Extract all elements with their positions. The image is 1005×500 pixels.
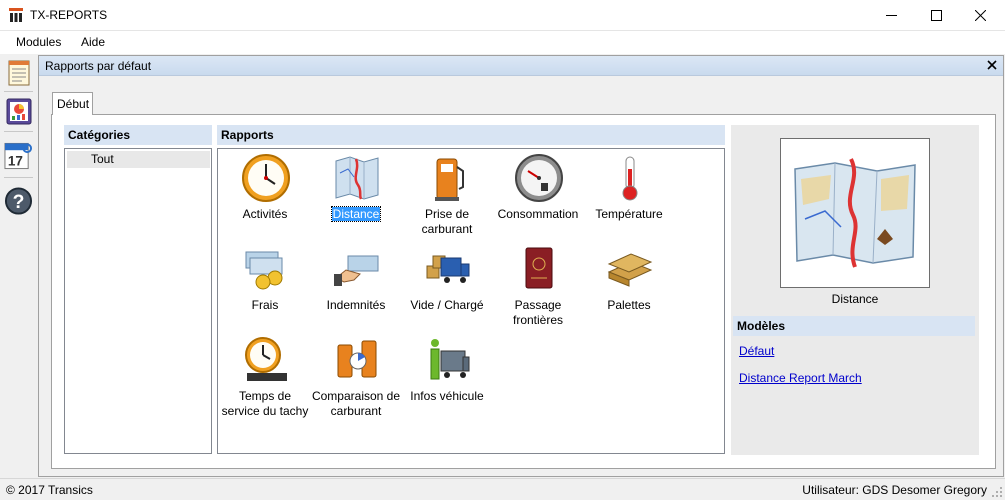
left-toolbar: 17 ? — [0, 54, 37, 478]
report-item-passage-frontieres[interactable]: Passage frontières — [492, 242, 584, 330]
status-user: Utilisateur: GDS Desomer Gregory — [802, 483, 987, 497]
close-button[interactable] — [957, 0, 1003, 31]
pallets-icon — [607, 253, 653, 287]
report-item-distance[interactable]: Distance — [310, 151, 402, 239]
report-label: Activités — [242, 207, 288, 221]
clock-icon — [242, 154, 290, 202]
report-item-temperature[interactable]: Température — [583, 151, 675, 239]
app-icon — [9, 8, 23, 22]
report-item-consommation[interactable]: Consommation — [492, 151, 584, 239]
menu-aide[interactable]: Aide — [81, 35, 105, 49]
preview-image-frame — [780, 138, 930, 288]
vehicle-info-icon — [430, 339, 470, 380]
report-item-prise-de-carburant[interactable]: Prise de carburant — [401, 151, 493, 239]
fuel-pump-icon — [435, 158, 464, 201]
money-icon — [245, 251, 283, 290]
maximize-icon — [930, 10, 942, 21]
calendar-day-text: 17 — [8, 154, 23, 169]
report-label: Passage frontières — [512, 298, 564, 327]
help-icon: ? — [4, 187, 33, 215]
report-label: Temps de service du tachy — [221, 389, 309, 418]
window-title: TX-REPORTS — [30, 8, 108, 22]
report-item-palettes[interactable]: Palettes — [583, 242, 675, 330]
categories-list: Tout — [64, 148, 212, 454]
tachograph-icon — [245, 337, 287, 381]
map-icon — [794, 158, 916, 268]
status-bar: © 2017 Transics Utilisateur: GDS Desomer… — [0, 478, 1005, 500]
category-item-tout[interactable]: Tout — [67, 151, 210, 168]
report-item-indemnites[interactable]: Indemnités — [310, 242, 402, 330]
report-label: Température — [595, 207, 663, 221]
status-copyright: © 2017 Transics — [6, 483, 93, 497]
tab-debut[interactable]: Début — [52, 92, 93, 115]
chart-icon — [6, 98, 31, 125]
toolbar-help-button[interactable]: ? — [4, 186, 33, 216]
report-label: Palettes — [607, 298, 651, 312]
resize-grip-icon[interactable] — [991, 486, 1003, 498]
report-label: Consommation — [497, 207, 579, 221]
toolbar-charts-button[interactable] — [4, 96, 33, 126]
report-label: Vide / Chargé — [410, 298, 484, 312]
reports-header: Rapports — [217, 125, 725, 145]
models-header: Modèles — [733, 316, 975, 336]
report-item-comparaison-de-carburant[interactable]: Comparaison de carburant — [310, 333, 402, 421]
report-label: Comparaison de carburant — [311, 389, 401, 418]
cash-hand-icon — [334, 255, 379, 286]
reports-window-titlebar: Rapports par défaut — [39, 56, 1003, 76]
report-icon — [8, 60, 29, 86]
report-item-vide-charge[interactable]: Vide / Chargé — [401, 242, 493, 330]
report-item-temps-de-service-du-tachy[interactable]: Temps de service du tachy — [219, 333, 311, 421]
passport-icon — [525, 247, 553, 289]
svg-text:?: ? — [13, 192, 25, 213]
menu-modules[interactable]: Modules — [16, 35, 61, 49]
report-item-frais[interactable]: Frais — [219, 242, 311, 330]
close-icon — [974, 10, 986, 21]
reports-window: Rapports par défaut Début Catégories Tou… — [38, 55, 1004, 477]
fuel-compare-icon — [337, 340, 377, 378]
truck-boxes-icon — [426, 255, 470, 283]
report-label: Infos véhicule — [410, 389, 484, 403]
thermometer-icon — [622, 156, 638, 201]
maximize-button[interactable] — [913, 0, 959, 31]
title-bar: TX-REPORTS — [0, 0, 1005, 31]
reports-window-title: Rapports par défaut — [45, 59, 152, 73]
categories-header: Catégories — [64, 125, 212, 145]
report-label: Distance — [330, 206, 382, 222]
report-item-activites[interactable]: Activités — [219, 151, 311, 239]
toolbar-calendar-button[interactable]: 17 — [4, 141, 33, 171]
preview-panel: Distance Modèles Défaut Distance Report … — [731, 125, 979, 455]
gauge-icon — [515, 154, 563, 202]
calendar-icon: 17 — [4, 142, 33, 170]
menu-bar: Modules Aide — [0, 31, 1005, 54]
model-link-defaut[interactable]: Défaut — [739, 344, 774, 358]
map-icon — [335, 156, 379, 200]
minimize-icon — [885, 15, 897, 16]
reports-grid: Activités Distance Prise de carburant Co… — [217, 148, 725, 454]
report-label: Prise de carburant — [421, 207, 473, 236]
close-icon — [987, 60, 997, 70]
report-item-infos-vehicule[interactable]: Infos véhicule — [401, 333, 493, 421]
report-label: Frais — [251, 298, 279, 312]
report-label: Indemnités — [326, 298, 386, 312]
minimize-button[interactable] — [868, 0, 914, 31]
toolbar-reports-button[interactable] — [4, 58, 33, 88]
model-link-distance-report-march[interactable]: Distance Report March — [739, 371, 862, 385]
reports-window-close-button[interactable] — [985, 58, 999, 72]
preview-caption: Distance — [831, 292, 879, 306]
